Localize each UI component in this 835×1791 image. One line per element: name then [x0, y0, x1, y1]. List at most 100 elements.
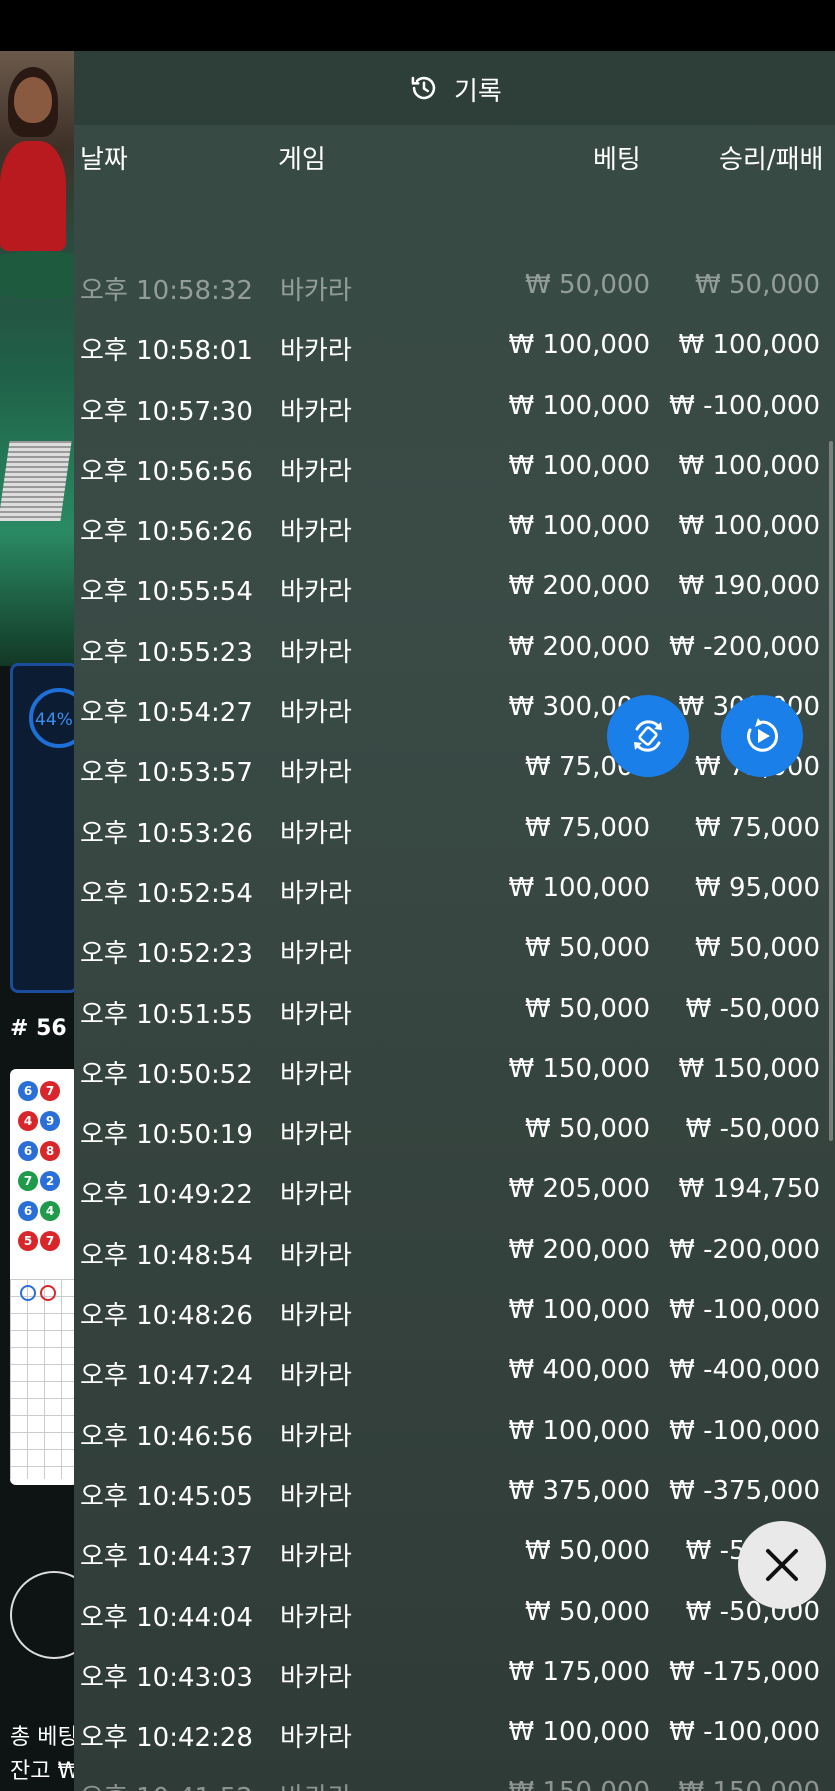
- row-time: 오후 10:53:57: [80, 758, 253, 789]
- row-time: 오후 10:55:54: [80, 577, 253, 608]
- dealer-head: [14, 77, 52, 123]
- history-icon: [411, 76, 436, 100]
- row-game: 바카라: [280, 1662, 352, 1693]
- row-bet: ₩ 200,000: [508, 631, 651, 662]
- column-header-bet: 베팅: [593, 145, 641, 175]
- status-bar: [0, 0, 835, 51]
- row-result: ₩ -100,000: [669, 1295, 820, 1326]
- row-bet: ₩ 50,000: [525, 933, 650, 964]
- row-time: 오후 10:56:56: [80, 456, 253, 487]
- row-time: 오후 10:48:54: [80, 1240, 253, 1271]
- row-result: ₩ -400,000: [669, 1355, 820, 1386]
- road-ring: [20, 1285, 36, 1301]
- history-row: 오후 10:48:54 바카라 ₩ 200,000 ₩ -200,000: [74, 1221, 835, 1281]
- row-bet: ₩ 150,000: [508, 1053, 651, 1084]
- row-bet: ₩ 205,000: [508, 1174, 651, 1205]
- column-header-date: 날짜: [80, 145, 128, 175]
- row-bet: ₩ 100,000: [508, 511, 651, 542]
- rotate-button[interactable]: [607, 695, 689, 777]
- history-row: 오후 10:45:05 바카라 ₩ 375,000 ₩ -375,000: [74, 1462, 835, 1522]
- row-bet: ₩ 75,000: [525, 812, 650, 843]
- row-result: ₩ 50,000: [695, 270, 820, 300]
- dealer-body: [0, 141, 66, 251]
- row-game: 바카라: [280, 1602, 352, 1633]
- row-time: 오후 10:48:26: [80, 1301, 253, 1332]
- history-row: 오후 10:50:52 바카라 ₩ 150,000 ₩ 150,000: [74, 1040, 835, 1100]
- row-time: 오후 10:46:56: [80, 1421, 253, 1452]
- rotate-icon: [634, 720, 662, 752]
- row-time: 오후 10:42:28: [80, 1723, 253, 1754]
- row-bet: ₩ 400,000: [508, 1355, 651, 1386]
- row-result: ₩ 50,000: [695, 933, 820, 964]
- history-row: 오후 10:52:54 바카라 ₩ 100,000 ₩ 95,000: [74, 859, 835, 919]
- row-game: 바카라: [280, 1059, 352, 1090]
- row-time: 오후 10:52:23: [80, 939, 253, 970]
- road-ring: [40, 1285, 56, 1301]
- row-result: ₩ -100,000: [669, 1717, 820, 1748]
- row-time: 오후 10:51:55: [80, 999, 253, 1030]
- row-game: 바카라: [280, 1301, 352, 1332]
- history-title: 기록: [454, 77, 502, 107]
- history-row: 오후 10:48:26 바카라 ₩ 100,000 ₩ -100,000: [74, 1281, 835, 1341]
- row-time: 오후 10:44:37: [80, 1542, 253, 1573]
- history-row: 오후 10:43:03 바카라 ₩ 175,000 ₩ -175,000: [74, 1643, 835, 1703]
- road-ball: 7: [18, 1171, 38, 1191]
- row-bet: ₩ 50,000: [525, 993, 650, 1024]
- history-row: 오후 10:55:54 바카라 ₩ 200,000 ₩ 190,000: [74, 557, 835, 617]
- row-bet: ₩ 100,000: [508, 450, 651, 481]
- road-ball: 4: [18, 1111, 38, 1131]
- history-row: 오후 10:58:32 바카라 ₩ 50,000 ₩ 50,000: [74, 256, 835, 316]
- row-game: 바카라: [280, 396, 352, 427]
- history-row: 오후 10:47:24 바카라 ₩ 400,000 ₩ -400,000: [74, 1341, 835, 1401]
- row-result: ₩ -175,000: [669, 1656, 820, 1687]
- row-result: ₩ 95,000: [695, 872, 820, 903]
- row-game: 바카라: [280, 818, 352, 849]
- row-time: 오후 10:50:52: [80, 1059, 253, 1090]
- row-game: 바카라: [280, 1723, 352, 1754]
- close-icon: [766, 1549, 798, 1581]
- row-time: 오후 10:50:19: [80, 1120, 253, 1151]
- row-result: ₩ 150,000: [679, 1777, 821, 1791]
- row-time: 오후 10:52:54: [80, 878, 253, 909]
- row-bet: ₩ 100,000: [508, 872, 651, 903]
- road-ball: 5: [18, 1231, 38, 1251]
- row-game: 바카라: [280, 276, 352, 306]
- history-row: 오후 10:55:23 바카라 ₩ 200,000 ₩ -200,000: [74, 618, 835, 678]
- row-game: 바카라: [280, 878, 352, 909]
- close-button[interactable]: [738, 1521, 826, 1609]
- row-game: 바카라: [280, 698, 352, 729]
- row-bet: ₩ 175,000: [508, 1656, 651, 1687]
- row-time: 오후 10:43:03: [80, 1662, 253, 1693]
- road-ball: 9: [40, 1111, 60, 1131]
- history-row: 오후 10:50:19 바카라 ₩ 50,000 ₩ -50,000: [74, 1100, 835, 1160]
- row-game: 바카라: [280, 336, 352, 367]
- history-overlay: 기록 날짜 게임 베팅 승리/패배 오후 10:58:32 바카라 ₩ 50,000…: [74, 51, 835, 1791]
- row-game: 바카라: [280, 1542, 352, 1573]
- live-dealer-video: [0, 51, 110, 666]
- row-time: 오후 10:41:52: [80, 1777, 253, 1791]
- row-time: 오후 10:57:30: [80, 396, 253, 427]
- row-result: ₩ 100,000: [678, 330, 821, 361]
- row-game: 바카라: [280, 999, 352, 1030]
- history-list[interactable]: 오후 10:58:32 바카라 ₩ 50,000 ₩ 50,000 오후 10:58:0…: [74, 256, 835, 1791]
- scoreboard-road: 674968726457: [10, 1069, 78, 1485]
- history-row: 오후 10:58:01 바카라 ₩ 100,000 ₩ 100,000: [74, 316, 835, 376]
- row-time: 오후 10:44:04: [80, 1602, 253, 1633]
- row-result: ₩ 190,000: [678, 571, 821, 602]
- row-result: ₩ 194,750: [678, 1174, 821, 1205]
- row-game: 바카라: [280, 1240, 352, 1271]
- history-row: 오후 10:41:52 바카라 ₩ 150,000 ₩ 150,000: [74, 1763, 835, 1791]
- row-time: 오후 10:54:27: [80, 698, 253, 729]
- row-game: 바카라: [280, 577, 352, 608]
- row-time: 오후 10:53:26: [80, 818, 253, 849]
- road-ball: 6: [18, 1141, 38, 1161]
- history-row: 오후 10:53:57바카라₩ 75,000₩ 75,000: [74, 738, 835, 798]
- history-row: 오후 10:49:22 바카라 ₩ 205,000 ₩ 194,750: [74, 1160, 835, 1220]
- history-row: 오후 10:51:55 바카라 ₩ 50,000 ₩ -50,000: [74, 980, 835, 1040]
- replay-button[interactable]: [721, 695, 803, 777]
- row-result: ₩ -100,000: [669, 1415, 820, 1446]
- row-game: 바카라: [280, 517, 352, 548]
- row-bet: ₩ 150,000: [509, 1777, 651, 1791]
- history-row: 오후 10:44:37바카라₩ 50,000₩ -50,000: [74, 1522, 835, 1582]
- scrollbar[interactable]: [829, 441, 833, 1141]
